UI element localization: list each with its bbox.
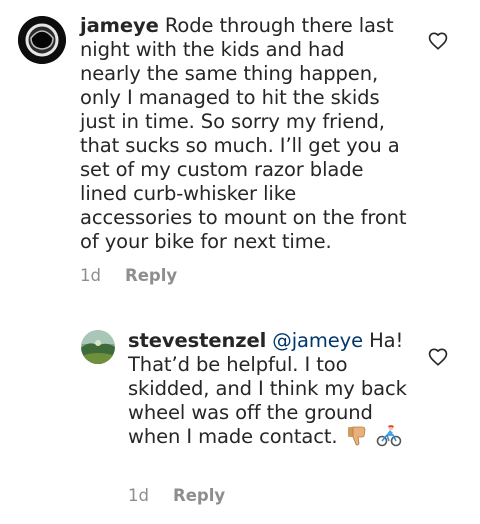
comment-text: stevestenzel @jameye Ha! That’d be helpf… (128, 329, 410, 453)
heart-outline-icon[interactable] (427, 30, 449, 52)
heart-outline-icon[interactable] (427, 346, 449, 368)
comment-age: 1d (128, 486, 149, 505)
mention-link[interactable]: @jameye (272, 329, 363, 352)
person-biking-emoji (376, 425, 402, 453)
comment-meta: 1d Reply (80, 266, 177, 285)
comment-username[interactable]: jameye (80, 14, 159, 37)
reply-button[interactable]: Reply (125, 266, 177, 285)
person-biking-icon (376, 425, 402, 447)
comment-meta: 1d Reply (128, 486, 225, 505)
comment-age: 1d (80, 266, 101, 285)
comment-stevestenzel: stevestenzel @jameye Ha! That’d be helpf… (0, 320, 480, 524)
landscape-photo-icon (81, 330, 115, 364)
avatar[interactable] (81, 330, 115, 364)
astronaut-helmet-icon (18, 16, 66, 64)
comment-username[interactable]: stevestenzel (128, 329, 266, 352)
thumbs-down-icon (347, 426, 366, 446)
comment-body: Rode through there last night with the k… (80, 14, 407, 253)
comment-jameye: jameye Rode through there last night wit… (0, 0, 480, 300)
comment-text: jameye Rode through there last night wit… (80, 14, 410, 254)
thumbs-down-emoji (346, 425, 368, 453)
reply-button[interactable]: Reply (173, 486, 225, 505)
avatar[interactable] (18, 16, 66, 64)
